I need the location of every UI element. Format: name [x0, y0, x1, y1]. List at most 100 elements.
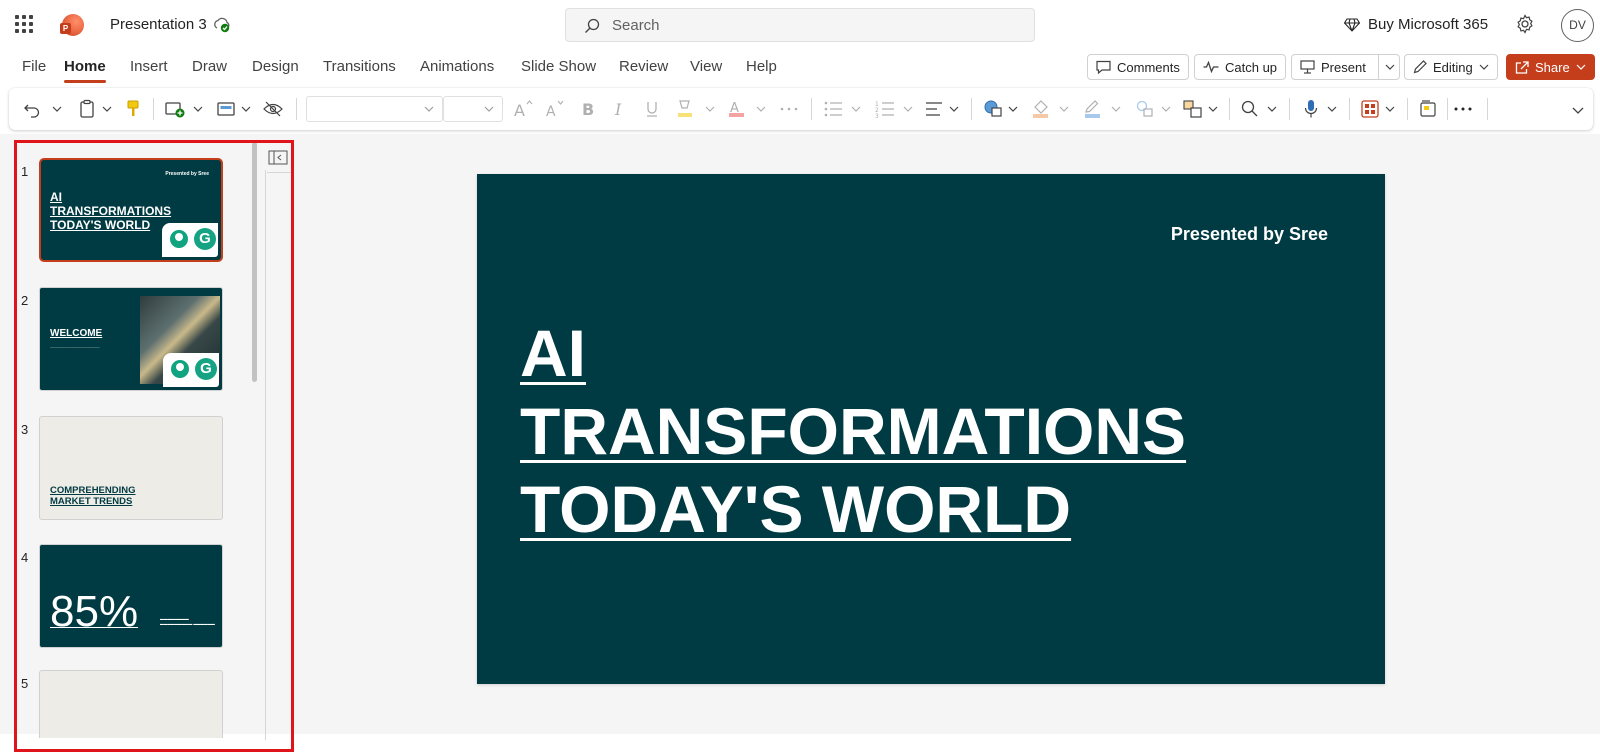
- clipboard-icon[interactable]: [79, 98, 95, 120]
- activity-icon: [1203, 61, 1219, 73]
- increase-font-size-icon[interactable]: A: [513, 98, 535, 120]
- format-painter-icon[interactable]: [125, 98, 141, 120]
- svg-text:3: 3: [875, 113, 879, 120]
- tab-file[interactable]: File: [22, 58, 46, 75]
- chevron-down-icon[interactable]: [1385, 64, 1395, 70]
- catch-up-label: Catch up: [1225, 59, 1278, 75]
- chevron-down-icon[interactable]: [949, 98, 959, 120]
- chevron-down-icon: [1479, 64, 1489, 70]
- chevron-down-icon[interactable]: [241, 98, 251, 120]
- search-icon: [585, 18, 600, 33]
- chevron-down-icon[interactable]: [1267, 98, 1277, 120]
- catch-up-button[interactable]: Catch up: [1194, 54, 1287, 80]
- add-in-icon[interactable]: [1419, 98, 1437, 120]
- share-button[interactable]: Share: [1506, 54, 1595, 80]
- slide-title[interactable]: AI TRANSFORMATIONS TODAY'S WORLD: [520, 314, 1186, 548]
- search-placeholder: Search: [612, 17, 660, 34]
- tab-help[interactable]: Help: [746, 58, 777, 75]
- decrease-font-size-icon[interactable]: A: [545, 98, 567, 120]
- share-icon: [1515, 60, 1529, 74]
- cloud-saved-icon[interactable]: [213, 17, 231, 33]
- highlighter-icon[interactable]: [675, 98, 695, 120]
- tab-review[interactable]: Review: [619, 58, 668, 75]
- chevron-down-icon[interactable]: [1208, 98, 1218, 120]
- svg-text:A: A: [546, 104, 556, 120]
- align-icon[interactable]: [925, 98, 943, 120]
- present-label: Present: [1321, 59, 1366, 75]
- highlight-frame: [14, 140, 294, 752]
- chevron-down-icon[interactable]: [1161, 98, 1171, 120]
- bullets-icon[interactable]: [823, 98, 843, 120]
- chevron-down-icon[interactable]: [1385, 98, 1395, 120]
- buy-microsoft-365-link[interactable]: Buy Microsoft 365: [1344, 16, 1488, 33]
- powerpoint-logo-icon[interactable]: P: [60, 14, 84, 36]
- tab-draw[interactable]: Draw: [192, 58, 227, 75]
- bold-icon[interactable]: B: [581, 98, 595, 120]
- title-bar: P Presentation 3 Search Buy Microsoft 36…: [0, 0, 1600, 50]
- designer-icon[interactable]: [1361, 98, 1379, 120]
- chevron-down-icon: [1576, 64, 1586, 70]
- italic-icon[interactable]: I: [613, 98, 627, 120]
- tab-view[interactable]: View: [690, 58, 722, 75]
- editing-mode-button[interactable]: Editing: [1404, 54, 1498, 80]
- svg-text:I: I: [614, 100, 622, 119]
- tab-design[interactable]: Design: [252, 58, 299, 75]
- chevron-down-icon: [424, 106, 434, 112]
- chevron-down-icon: [484, 106, 494, 112]
- dictate-microphone-icon[interactable]: [1303, 98, 1319, 120]
- chevron-down-icon[interactable]: [851, 98, 861, 120]
- search-box[interactable]: Search: [565, 8, 1035, 42]
- share-label: Share: [1535, 59, 1570, 75]
- chevron-down-icon[interactable]: [193, 98, 203, 120]
- undo-icon[interactable]: [23, 98, 41, 120]
- chevron-down-icon[interactable]: [705, 98, 715, 120]
- hide-slide-icon[interactable]: [263, 98, 283, 120]
- chevron-down-icon[interactable]: [1059, 98, 1069, 120]
- comment-icon: [1096, 60, 1111, 74]
- diamond-icon: [1344, 17, 1360, 32]
- document-title[interactable]: Presentation 3: [110, 16, 207, 33]
- arrange-icon[interactable]: [1135, 98, 1155, 120]
- chevron-down-icon[interactable]: [1327, 98, 1337, 120]
- underline-icon[interactable]: [645, 98, 659, 120]
- comments-label: Comments: [1117, 59, 1180, 75]
- more-font-options-icon[interactable]: [779, 98, 799, 120]
- quick-styles-icon[interactable]: [1183, 98, 1203, 120]
- expand-ribbon-chevron-icon[interactable]: [1572, 98, 1584, 120]
- chevron-down-icon[interactable]: [1008, 98, 1018, 120]
- tab-slide-show[interactable]: Slide Show: [521, 58, 596, 75]
- user-avatar[interactable]: DV: [1561, 9, 1594, 42]
- new-slide-icon[interactable]: [165, 98, 185, 120]
- numbering-icon[interactable]: 1 2 3: [875, 98, 895, 120]
- find-icon[interactable]: [1241, 98, 1259, 120]
- chevron-down-icon[interactable]: [1111, 98, 1121, 120]
- slide-canvas[interactable]: Presented by Sree AI TRANSFORMATIONS TOD…: [477, 174, 1385, 684]
- editing-label: Editing: [1433, 59, 1473, 75]
- svg-text:A: A: [514, 101, 525, 120]
- presenter-text[interactable]: Presented by Sree: [1171, 224, 1328, 245]
- shape-outline-icon[interactable]: [1083, 98, 1103, 120]
- shape-fill-icon[interactable]: [1031, 98, 1051, 120]
- pencil-icon: [1413, 60, 1427, 74]
- tab-insert[interactable]: Insert: [130, 58, 168, 75]
- tab-transitions[interactable]: Transitions: [323, 58, 396, 75]
- font-color-icon[interactable]: A: [727, 98, 747, 120]
- present-button[interactable]: Present: [1291, 54, 1400, 80]
- menu-bar: File Home Insert Draw Design Transitions…: [0, 50, 1600, 86]
- layout-icon[interactable]: [217, 98, 235, 120]
- shapes-icon[interactable]: [983, 98, 1003, 120]
- settings-gear-icon[interactable]: [1515, 14, 1535, 34]
- tab-home[interactable]: Home: [64, 58, 106, 83]
- chevron-down-icon[interactable]: [102, 98, 112, 120]
- chevron-down-icon[interactable]: [756, 98, 766, 120]
- more-options-icon[interactable]: [1453, 98, 1473, 120]
- chevron-down-icon[interactable]: [903, 98, 913, 120]
- svg-text:B: B: [582, 100, 594, 119]
- font-size-dropdown[interactable]: [443, 96, 503, 122]
- chevron-down-icon[interactable]: [52, 98, 62, 120]
- comments-button[interactable]: Comments: [1087, 54, 1189, 80]
- present-icon: [1300, 60, 1315, 74]
- app-launcher-icon[interactable]: [15, 15, 33, 33]
- font-family-dropdown[interactable]: [306, 96, 443, 122]
- tab-animations[interactable]: Animations: [420, 58, 494, 75]
